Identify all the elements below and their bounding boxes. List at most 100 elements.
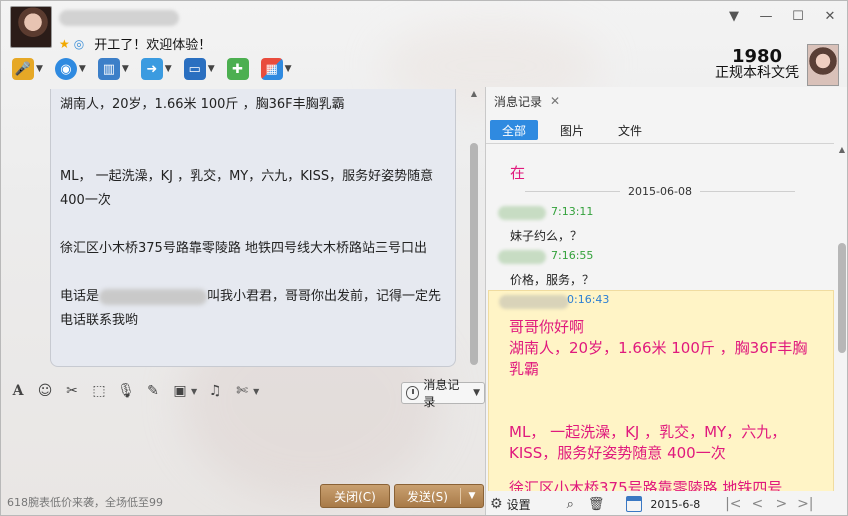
chat-pane: 湖南人，20岁，1.66米 100斤 ，胸36F丰胸乳霸 ML， 一起洗澡，KJ… [1, 89, 485, 515]
edit-icon[interactable]: ✎ [144, 382, 162, 400]
microphone-icon: 🎤 [12, 58, 34, 80]
filter-tab-files[interactable]: 文件 [606, 120, 654, 140]
window-menu-button[interactable]: ▼ [725, 7, 743, 25]
bottom-bar: 618腕表低价来袭，全场低至99 关闭(C) 发送(S) ▼ [1, 484, 485, 514]
new-chat-icon: ✚ [226, 58, 249, 80]
close-button[interactable]: 关闭(C) [320, 484, 390, 508]
chevron-down-icon: ▼ [284, 64, 292, 74]
promo-subtitle: 正规本科文凭 [715, 65, 799, 81]
chevron-down-icon[interactable]: ▼ [191, 387, 197, 396]
history-pagination: |< < > >| [722, 494, 816, 514]
history-button-label: 消息记录 [423, 378, 460, 409]
date-label: 2015-06-08 [628, 184, 692, 198]
phone-redacted [99, 288, 208, 305]
chevron-down-icon: ▼ [36, 64, 43, 74]
apps-button[interactable]: ▦ ▼ [258, 56, 295, 82]
qq-ring-icon: ◎ [73, 36, 85, 51]
screen-share-button[interactable]: ▥ ▼ [95, 56, 132, 82]
promo-title: 1980 [731, 46, 783, 67]
apps-grid-icon: ▦ [260, 58, 283, 80]
history-message-text: 价格，服务，？ [510, 273, 595, 287]
remote-desktop-button[interactable]: ▭ ▼ [181, 56, 218, 82]
message-segment: 叫我小君君，哥哥你出发前，记得一定先 [207, 289, 442, 304]
scrollbar-thumb[interactable] [838, 243, 846, 353]
music-icon[interactable]: ♫ [206, 382, 224, 400]
history-pane: 消息记录 ✕ 全部 图片 文件 在 2015-06-08 7:13:11 妹子约… [485, 87, 847, 515]
image-icon[interactable]: ▣ [171, 382, 189, 400]
file-transfer-button[interactable]: ➜ ▼ [138, 56, 175, 82]
history-scrollbar[interactable]: ▲ [835, 143, 847, 491]
new-chat-button[interactable]: ✚ [224, 56, 252, 82]
star-icon: ★ [59, 36, 70, 51]
close-icon[interactable]: ✕ [550, 94, 560, 108]
webcam-icon: ◉ [54, 58, 77, 80]
history-date-value[interactable]: 2015-6-8 [650, 498, 700, 511]
filter-tab-all[interactable]: 全部 [490, 120, 539, 140]
status-row: ★ ◎ 开工了！欢迎体验！ [59, 34, 212, 54]
prev-page-icon[interactable]: < [746, 494, 768, 514]
trash-icon[interactable]: 🗑 [588, 497, 605, 512]
contact-name-redacted [59, 10, 179, 26]
first-page-icon[interactable]: |< [722, 494, 744, 514]
chevron-down-icon: ▼ [121, 64, 129, 74]
chevron-down-icon[interactable]: ▼ [253, 387, 259, 396]
status-message: 开工了！欢迎体验！ [94, 38, 212, 53]
message-line: ML， 一起洗澡，KJ ，乳交，MY，六九，KISS，服务好姿势随意 [60, 169, 434, 184]
history-message-text: ML， 一起洗澡，KJ ，乳交，MY，六九，KISS，服务好姿势随意 400一次 [509, 423, 787, 462]
scrollbar-thumb[interactable] [470, 143, 478, 365]
input-toolbar: A ☺ ✂ ⬚ 🎙 ✎ ▣ ▼ ♫ ✄ ▼ [9, 382, 260, 400]
promo-banner[interactable]: 1980 正规本科文凭 [715, 43, 839, 87]
remote-desktop-icon: ▭ [183, 58, 206, 80]
ad-text[interactable]: 618腕表低价来袭，全场低至99 [7, 494, 163, 510]
history-footer: ⚙ 设置 ⌕ 🗑 2015-6-8 |< < > >| [486, 491, 847, 515]
message-line: 电话是 叫我小君君，哥哥你出发前，记得一定先 [60, 285, 447, 309]
scroll-up-icon[interactable]: ▲ [837, 145, 847, 154]
chevron-down-icon: ▼ [78, 64, 86, 74]
chevron-down-icon: ▼ [207, 64, 215, 74]
promo-avatar [807, 44, 839, 86]
send-button[interactable]: 发送(S) ▼ [394, 484, 484, 508]
message-bubble: 湖南人，20岁，1.66米 100斤 ，胸36F丰胸乳霸 ML， 一起洗澡，KJ… [50, 89, 456, 367]
file-transfer-icon: ➜ [140, 58, 163, 80]
settings-label[interactable]: 设置 [507, 496, 531, 513]
screenshot-icon[interactable]: ⬚ [90, 382, 108, 400]
message-segment: 电话是 [60, 289, 100, 304]
sender-name-redacted [498, 250, 546, 264]
window-controls: ▼ — ☐ ✕ [725, 7, 839, 25]
sender-name-redacted [499, 295, 569, 309]
next-page-icon[interactable]: > [770, 494, 792, 514]
clock-icon [406, 386, 420, 400]
message-history-button[interactable]: 消息记录 ▼ [401, 378, 485, 409]
message-line: 电话联系我哟 [60, 313, 139, 328]
emoji-icon[interactable]: ☺ [36, 382, 54, 400]
chevron-down-icon: ▼ [473, 388, 480, 398]
chat-scrollbar[interactable]: ▲ [468, 89, 480, 367]
history-message-text: 湖南人，20岁，1.66米 100斤 ，胸36F丰胸乳霸 [509, 339, 808, 378]
contact-avatar[interactable] [10, 6, 52, 48]
video-call-button[interactable]: ◉ ▼ [52, 56, 89, 82]
voice-message-icon[interactable]: 🎙 [117, 382, 135, 400]
history-tab: 消息记录 ✕ [486, 87, 847, 115]
gear-icon[interactable]: ⚙ [490, 496, 503, 512]
nudge-icon[interactable]: ✂ [63, 382, 81, 400]
screen-share-icon: ▥ [97, 58, 120, 80]
chat-window: ★ ◎ 开工了！欢迎体验！ ▼ — ☐ ✕ 🎤 ▼ ◉ ▼ ▥ ▼ ➜ ▼ ▭ … [0, 0, 848, 516]
close-window-button[interactable]: ✕ [821, 7, 839, 25]
maximize-button[interactable]: ☐ [789, 7, 807, 25]
message-time: 0:16:43 [567, 293, 610, 306]
filter-tab-images[interactable]: 图片 [548, 120, 596, 140]
search-icon[interactable]: ⌕ [567, 497, 574, 512]
date-separator: 2015-06-08 [486, 184, 834, 198]
minimize-button[interactable]: — [757, 7, 775, 25]
scroll-up-icon[interactable]: ▲ [469, 89, 479, 98]
font-icon[interactable]: A [9, 382, 27, 400]
calendar-icon[interactable] [626, 496, 643, 512]
last-page-icon[interactable]: >| [794, 494, 816, 514]
history-tab-title[interactable]: 消息记录 [494, 93, 542, 110]
history-message-text: 哥哥你好啊 [509, 318, 585, 336]
message-time: 7:16:55 [551, 249, 594, 262]
scissors-icon[interactable]: ✄ [233, 382, 251, 400]
sender-name-redacted [498, 206, 546, 220]
voice-call-button[interactable]: 🎤 ▼ [9, 56, 46, 82]
chevron-down-icon[interactable]: ▼ [461, 491, 483, 501]
